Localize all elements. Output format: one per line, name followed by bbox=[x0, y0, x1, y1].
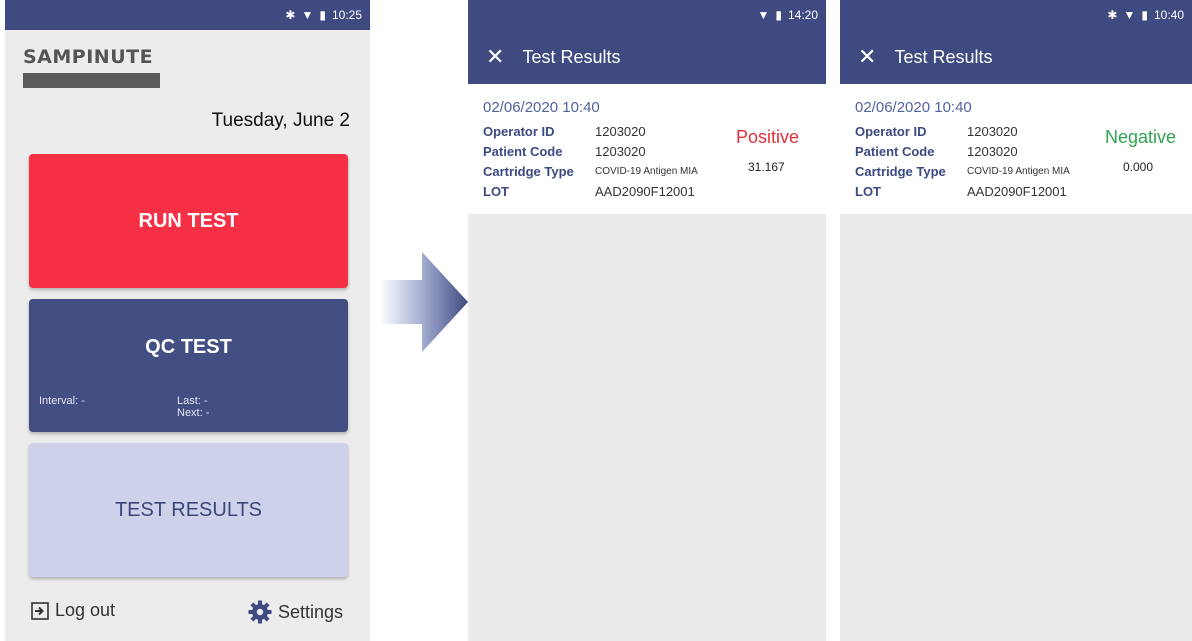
logout-label: Log out bbox=[55, 600, 116, 620]
lot-label: LOT bbox=[855, 184, 881, 199]
screen-title: Test Results bbox=[522, 46, 621, 67]
result-card[interactable]: 02/06/2020 10:40 Operator ID 1203020 Pat… bbox=[468, 84, 826, 214]
test-results-screen-negative: ✱ ▼ ▮ 10:40 ✕ Test Results 02/06/2020 10… bbox=[840, 0, 1192, 641]
status-bar: ✱ ▼ ▮ 10:25 bbox=[5, 0, 370, 30]
battery-icon: ▮ bbox=[775, 8, 782, 22]
result-card[interactable]: 02/06/2020 10:40 Operator ID 1203020 Pat… bbox=[840, 84, 1192, 214]
cartridge-value: COVID-19 Antigen MIA bbox=[967, 166, 1070, 177]
operator-label: Operator ID bbox=[483, 124, 555, 139]
lot-value: AAD2090F12001 bbox=[595, 184, 695, 199]
status-bar: ▼ ▮ 14:20 bbox=[468, 0, 826, 30]
app-bar: ✕ Test Results bbox=[468, 30, 826, 84]
wifi-icon: ▼ bbox=[301, 8, 314, 22]
status-bar: ✱ ▼ ▮ 10:40 bbox=[840, 0, 1192, 30]
home-screen: ✱ ▼ ▮ 10:25 SAMPINUTE Tuesday, June 2 RU… bbox=[5, 0, 370, 641]
patient-label: Patient Code bbox=[483, 144, 563, 159]
close-icon[interactable]: ✕ bbox=[486, 46, 504, 68]
qc-interval: Interval: - bbox=[39, 395, 85, 407]
operator-row: Operator ID 1203020 bbox=[855, 124, 1018, 139]
brand-bar bbox=[23, 73, 160, 88]
result-status: Positive bbox=[736, 127, 800, 147]
app-bar: ✕ Test Results bbox=[840, 30, 1192, 84]
current-date: Tuesday, June 2 bbox=[211, 110, 350, 131]
bluetooth-icon: ✱ bbox=[1107, 8, 1118, 22]
close-icon[interactable]: ✕ bbox=[858, 46, 876, 68]
battery-icon: ▮ bbox=[319, 8, 326, 22]
test-results-button[interactable]: TEST RESULTS bbox=[29, 443, 348, 577]
patient-row: Patient Code 1203020 bbox=[483, 144, 646, 159]
brand-logo: SAMPINUTE bbox=[23, 46, 160, 88]
patient-row: Patient Code 1203020 bbox=[855, 144, 1018, 159]
cartridge-row: Cartridge Type COVID-19 Antigen MIA bbox=[483, 164, 698, 179]
screen-title: Test Results bbox=[894, 46, 993, 67]
lot-label: LOT bbox=[483, 184, 509, 199]
result-date: 02/06/2020 10:40 bbox=[855, 99, 972, 116]
qc-last: Last: - bbox=[177, 395, 208, 407]
result-value: 31.167 bbox=[748, 160, 785, 174]
run-test-button[interactable]: RUN TEST bbox=[29, 154, 348, 288]
lot-row: LOT AAD2090F12001 bbox=[855, 184, 1067, 199]
test-results-screen-positive: ▼ ▮ 14:20 ✕ Test Results 02/06/2020 10:4… bbox=[468, 0, 826, 641]
result-status: Negative bbox=[1105, 127, 1177, 147]
qc-next: Next: - bbox=[177, 407, 210, 419]
status-time: 10:25 bbox=[331, 8, 362, 22]
lot-value: AAD2090F12001 bbox=[967, 184, 1067, 199]
qc-test-button[interactable]: QC TEST Interval: - Last: - Next: - bbox=[29, 299, 348, 432]
settings-label: Settings bbox=[278, 601, 344, 622]
flow-arrow-icon bbox=[380, 252, 468, 352]
cartridge-value: COVID-19 Antigen MIA bbox=[595, 166, 698, 177]
operator-label: Operator ID bbox=[855, 124, 927, 139]
logout-icon bbox=[31, 601, 49, 620]
cartridge-label: Cartridge Type bbox=[855, 164, 946, 179]
logout-button[interactable]: Log out bbox=[31, 600, 115, 621]
qc-test-label: QC TEST bbox=[145, 336, 232, 358]
run-test-label: RUN TEST bbox=[138, 209, 239, 232]
operator-value: 1203020 bbox=[967, 124, 1018, 139]
result-value: 0.000 bbox=[1123, 160, 1154, 174]
status-time: 10:40 bbox=[1153, 8, 1184, 22]
operator-value: 1203020 bbox=[595, 124, 646, 139]
cartridge-label: Cartridge Type bbox=[483, 164, 574, 179]
result-date: 02/06/2020 10:40 bbox=[483, 99, 600, 116]
status-time: 14:20 bbox=[787, 8, 818, 22]
lot-row: LOT AAD2090F12001 bbox=[483, 184, 695, 199]
patient-value: 1203020 bbox=[595, 144, 646, 159]
wifi-icon: ▼ bbox=[1123, 8, 1136, 22]
battery-icon: ▮ bbox=[1141, 8, 1148, 22]
patient-label: Patient Code bbox=[855, 144, 935, 159]
gear-icon bbox=[248, 600, 272, 624]
operator-row: Operator ID 1203020 bbox=[483, 124, 646, 139]
brand-name: SAMPINUTE bbox=[23, 46, 154, 68]
bluetooth-icon: ✱ bbox=[285, 8, 296, 22]
wifi-icon: ▼ bbox=[757, 8, 770, 22]
patient-value: 1203020 bbox=[967, 144, 1018, 159]
settings-button[interactable]: Settings bbox=[248, 600, 343, 624]
cartridge-row: Cartridge Type COVID-19 Antigen MIA bbox=[855, 164, 1070, 179]
test-results-label: TEST RESULTS bbox=[114, 498, 263, 521]
